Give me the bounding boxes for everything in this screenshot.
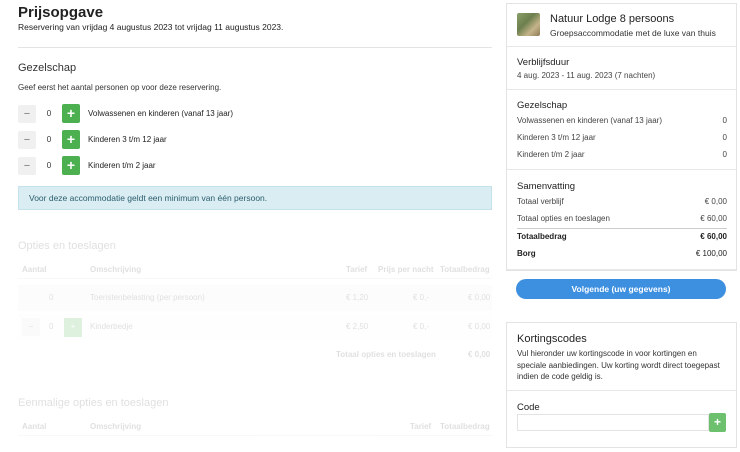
party-summary-value: 0 [722,133,727,142]
party-summary-title: Gezelschap [517,100,568,111]
code-label: Code [517,402,540,413]
increase-infants-button[interactable]: + [62,156,80,175]
summary-label: Totaal verblijf [517,197,564,206]
accommodation-description: Groepsaccommodatie met de luxe van thuis [550,28,716,38]
col-total: Totaalbedrag [440,422,490,431]
summary-row: Totaal verblijf € 0,00 [517,197,727,209]
party-summary-label: Kinderen 3 t/m 12 jaar [517,133,596,142]
options-table-header: Aantal Omschrijving Tarief Prijs per nac… [18,263,492,279]
minimum-persons-alert: Voor deze accommodatie geldt een minimum… [18,186,492,210]
decrease-adults-button[interactable]: − [18,104,36,123]
col-description: Omschrijving [90,265,142,274]
children-label: Kinderen 3 t/m 12 jaar [88,135,167,144]
party-summary-row: Volwassenen en kinderen (vanaf 13 jaar) … [517,116,727,128]
party-summary-value: 0 [722,150,727,159]
summary-value: € 60,00 [700,214,727,223]
decrease-option-button[interactable]: − [22,318,40,336]
page-title: Prijsopgave [18,4,104,21]
option-per-night: € 0,- [413,293,430,302]
discount-code-input[interactable] [517,414,709,431]
col-rate: Tarief [410,422,432,431]
summary-title: Samenvatting [517,181,576,192]
party-helper: Geef eerst het aantal personen op voor d… [18,83,222,92]
summary-label: Totaal opties en toeslagen [517,214,610,223]
divider [507,269,736,270]
counter-children: − 0 + Kinderen 3 t/m 12 jaar [18,130,167,149]
option-qty: 0 [49,293,54,302]
deposit-value: € 100,00 [695,249,727,258]
options-total-value: € 0,00 [468,350,491,359]
increase-adults-button[interactable]: + [62,104,80,123]
option-total: € 0,00 [468,293,491,302]
party-summary-label: Kinderen t/m 2 jaar [517,150,585,159]
counter-infants: − 0 + Kinderen t/m 2 jaar [18,156,156,175]
party-title: Gezelschap [18,62,77,74]
party-summary-value: 0 [722,116,727,125]
counter-adults: − 0 + Volwassenen en kinderen (vanaf 13 … [18,104,233,123]
total-value: € 60,00 [700,232,727,241]
decrease-children-button[interactable]: − [18,130,36,149]
options-row: − 0 + Kinderbedje € 2,50 € 0,- € 0,00 [18,314,492,340]
divider [507,89,736,90]
discount-codes-card: Kortingscodes Vul hieronder uw kortingsc… [506,322,737,448]
accommodation-thumbnail [517,13,540,36]
accommodation-name: Natuur Lodge 8 persoons [550,13,675,25]
divider [507,169,736,170]
party-summary-row: Kinderen t/m 2 jaar 0 [517,150,727,162]
discount-description: Vul hieronder uw kortingscode in voor ko… [517,349,720,381]
total-divider [517,228,727,229]
infants-count: 0 [46,161,52,170]
party-summary-label: Volwassenen en kinderen (vanaf 13 jaar) [517,116,662,125]
option-desc: Kinderbedje [90,322,133,331]
total-label: Totaalbedrag [517,232,567,241]
decrease-infants-button[interactable]: − [18,156,36,175]
col-per-night: Prijs per nacht [378,265,434,274]
col-description: Omschrijving [90,422,142,431]
stay-dates: 4 aug. 2023 - 11 aug. 2023 (7 nachten) [517,71,656,80]
add-code-button[interactable]: + [709,413,726,432]
deposit-row: Borg € 100,00 [517,249,727,261]
children-count: 0 [46,135,52,144]
col-quantity: Aantal [22,265,47,274]
adults-label: Volwassenen en kinderen (vanaf 13 jaar) [88,109,233,118]
total-row: Totaalbedrag € 60,00 [517,232,727,244]
option-rate: € 1,20 [346,293,369,302]
option-per-night: € 0,- [413,322,430,331]
party-summary-row: Kinderen 3 t/m 12 jaar 0 [517,133,727,145]
col-total: Totaalbedrag [440,265,490,274]
booking-summary-card: Natuur Lodge 8 persoons Groepsaccommodat… [506,3,737,271]
reservation-period: Reservering van vrijdag 4 augustus 2023 … [18,22,284,32]
increase-children-button[interactable]: + [62,130,80,149]
col-quantity: Aantal [22,422,47,431]
option-desc: Toeristenbelasting (per persoon) [90,293,205,302]
onetime-title: Eenmalige opties en toeslagen [18,397,169,409]
onetime-table-header: Aantal Omschrijving Tarief Totaalbedrag [18,420,492,436]
divider [507,390,736,391]
adults-count: 0 [46,109,52,118]
increase-option-button[interactable]: + [64,318,82,337]
discount-title: Kortingscodes [517,333,587,345]
option-total: € 0,00 [468,322,491,331]
options-row: 0 Toeristenbelasting (per persoon) € 1,2… [18,285,492,311]
option-qty: 0 [49,322,54,331]
col-rate: Tarief [346,265,368,274]
option-rate: € 2,50 [346,322,369,331]
divider [507,46,736,47]
summary-row: Totaal opties en toeslagen € 60,00 [517,214,727,226]
summary-value: € 0,00 [704,197,727,206]
next-details-button[interactable]: Volgende (uw gegevens) [516,279,726,299]
options-title: Opties en toeslagen [18,240,116,252]
infants-label: Kinderen t/m 2 jaar [88,161,156,170]
options-total-label: Totaal opties en toeslagen [336,350,436,359]
deposit-label: Borg [517,249,536,258]
divider [18,47,492,48]
stay-title: Verblijfsduur [517,57,570,68]
